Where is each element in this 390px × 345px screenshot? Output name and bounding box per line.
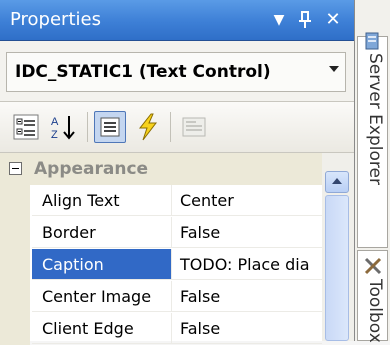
row-gutter (0, 249, 30, 281)
side-tab-strip: Server Explorer Toolbox (355, 0, 390, 343)
row-gutter (0, 217, 30, 249)
toolbar-separator (170, 112, 171, 142)
property-value[interactable]: TODO: Place dia (172, 249, 322, 280)
server-explorer-label: Server Explorer (365, 53, 385, 185)
row-gutter (0, 281, 30, 313)
scroll-up-button[interactable] (325, 171, 349, 193)
toolbox-tools-icon (364, 257, 382, 275)
tab-toolbox[interactable]: Toolbox (357, 250, 388, 343)
panel-title-bar[interactable]: Properties ▼ ✕ (0, 0, 354, 41)
panel-title: Properties (10, 9, 101, 30)
properties-toolbar: A Z (0, 102, 354, 153)
row-gutter (0, 313, 30, 345)
categorized-icon[interactable] (10, 111, 42, 143)
property-row[interactable]: Client Edge False (0, 313, 322, 345)
object-combo-box[interactable]: IDC_STATIC1 (Text Control) (6, 52, 346, 92)
toolbar-separator (87, 112, 88, 142)
object-combo-value: IDC_STATIC1 (Text Control) (15, 62, 271, 82)
alphabetical-icon[interactable]: A Z (48, 111, 80, 143)
property-name: Align Text (32, 185, 172, 216)
category-label: Appearance (34, 159, 149, 179)
property-row[interactable]: Align Text Center (0, 185, 322, 217)
scroll-thumb[interactable] (325, 195, 349, 341)
properties-panel: Properties ▼ ✕ IDC_STATIC1 (Text Control… (0, 0, 355, 345)
property-grid: Appearance Align Text Center Border Fals… (0, 153, 322, 345)
auto-hide-pin-icon[interactable] (292, 6, 318, 34)
property-value[interactable]: False (172, 281, 322, 312)
property-name: Caption (32, 249, 172, 280)
collapse-icon[interactable] (9, 162, 22, 175)
category-row-appearance[interactable]: Appearance (0, 153, 322, 185)
properties-icon[interactable] (94, 111, 126, 143)
object-selector: IDC_STATIC1 (Text Control) (0, 41, 354, 102)
property-name: Border (32, 217, 172, 248)
property-row-selected[interactable]: Caption TODO: Place dia (0, 249, 322, 281)
svg-text:Z: Z (51, 129, 58, 141)
property-value[interactable]: False (172, 313, 322, 344)
property-pages-icon (178, 111, 210, 143)
property-value[interactable]: False (172, 217, 322, 248)
property-row[interactable]: Center Image False (0, 281, 322, 313)
server-icon (365, 32, 379, 50)
property-value[interactable]: Center (172, 185, 322, 216)
tab-server-explorer[interactable]: Server Explorer (357, 32, 388, 248)
row-gutter (0, 185, 30, 217)
window-position-dropdown-icon[interactable]: ▼ (266, 6, 292, 34)
events-icon[interactable] (132, 111, 164, 143)
toolbox-label: Toolbox (365, 279, 385, 343)
property-name: Center Image (32, 281, 172, 312)
svg-text:A: A (51, 116, 59, 128)
chevron-down-icon[interactable] (329, 66, 339, 72)
vertical-scrollbar[interactable] (322, 153, 354, 341)
close-icon[interactable]: ✕ (320, 6, 346, 34)
property-row[interactable]: Border False (0, 217, 322, 249)
property-name: Client Edge (32, 313, 172, 344)
